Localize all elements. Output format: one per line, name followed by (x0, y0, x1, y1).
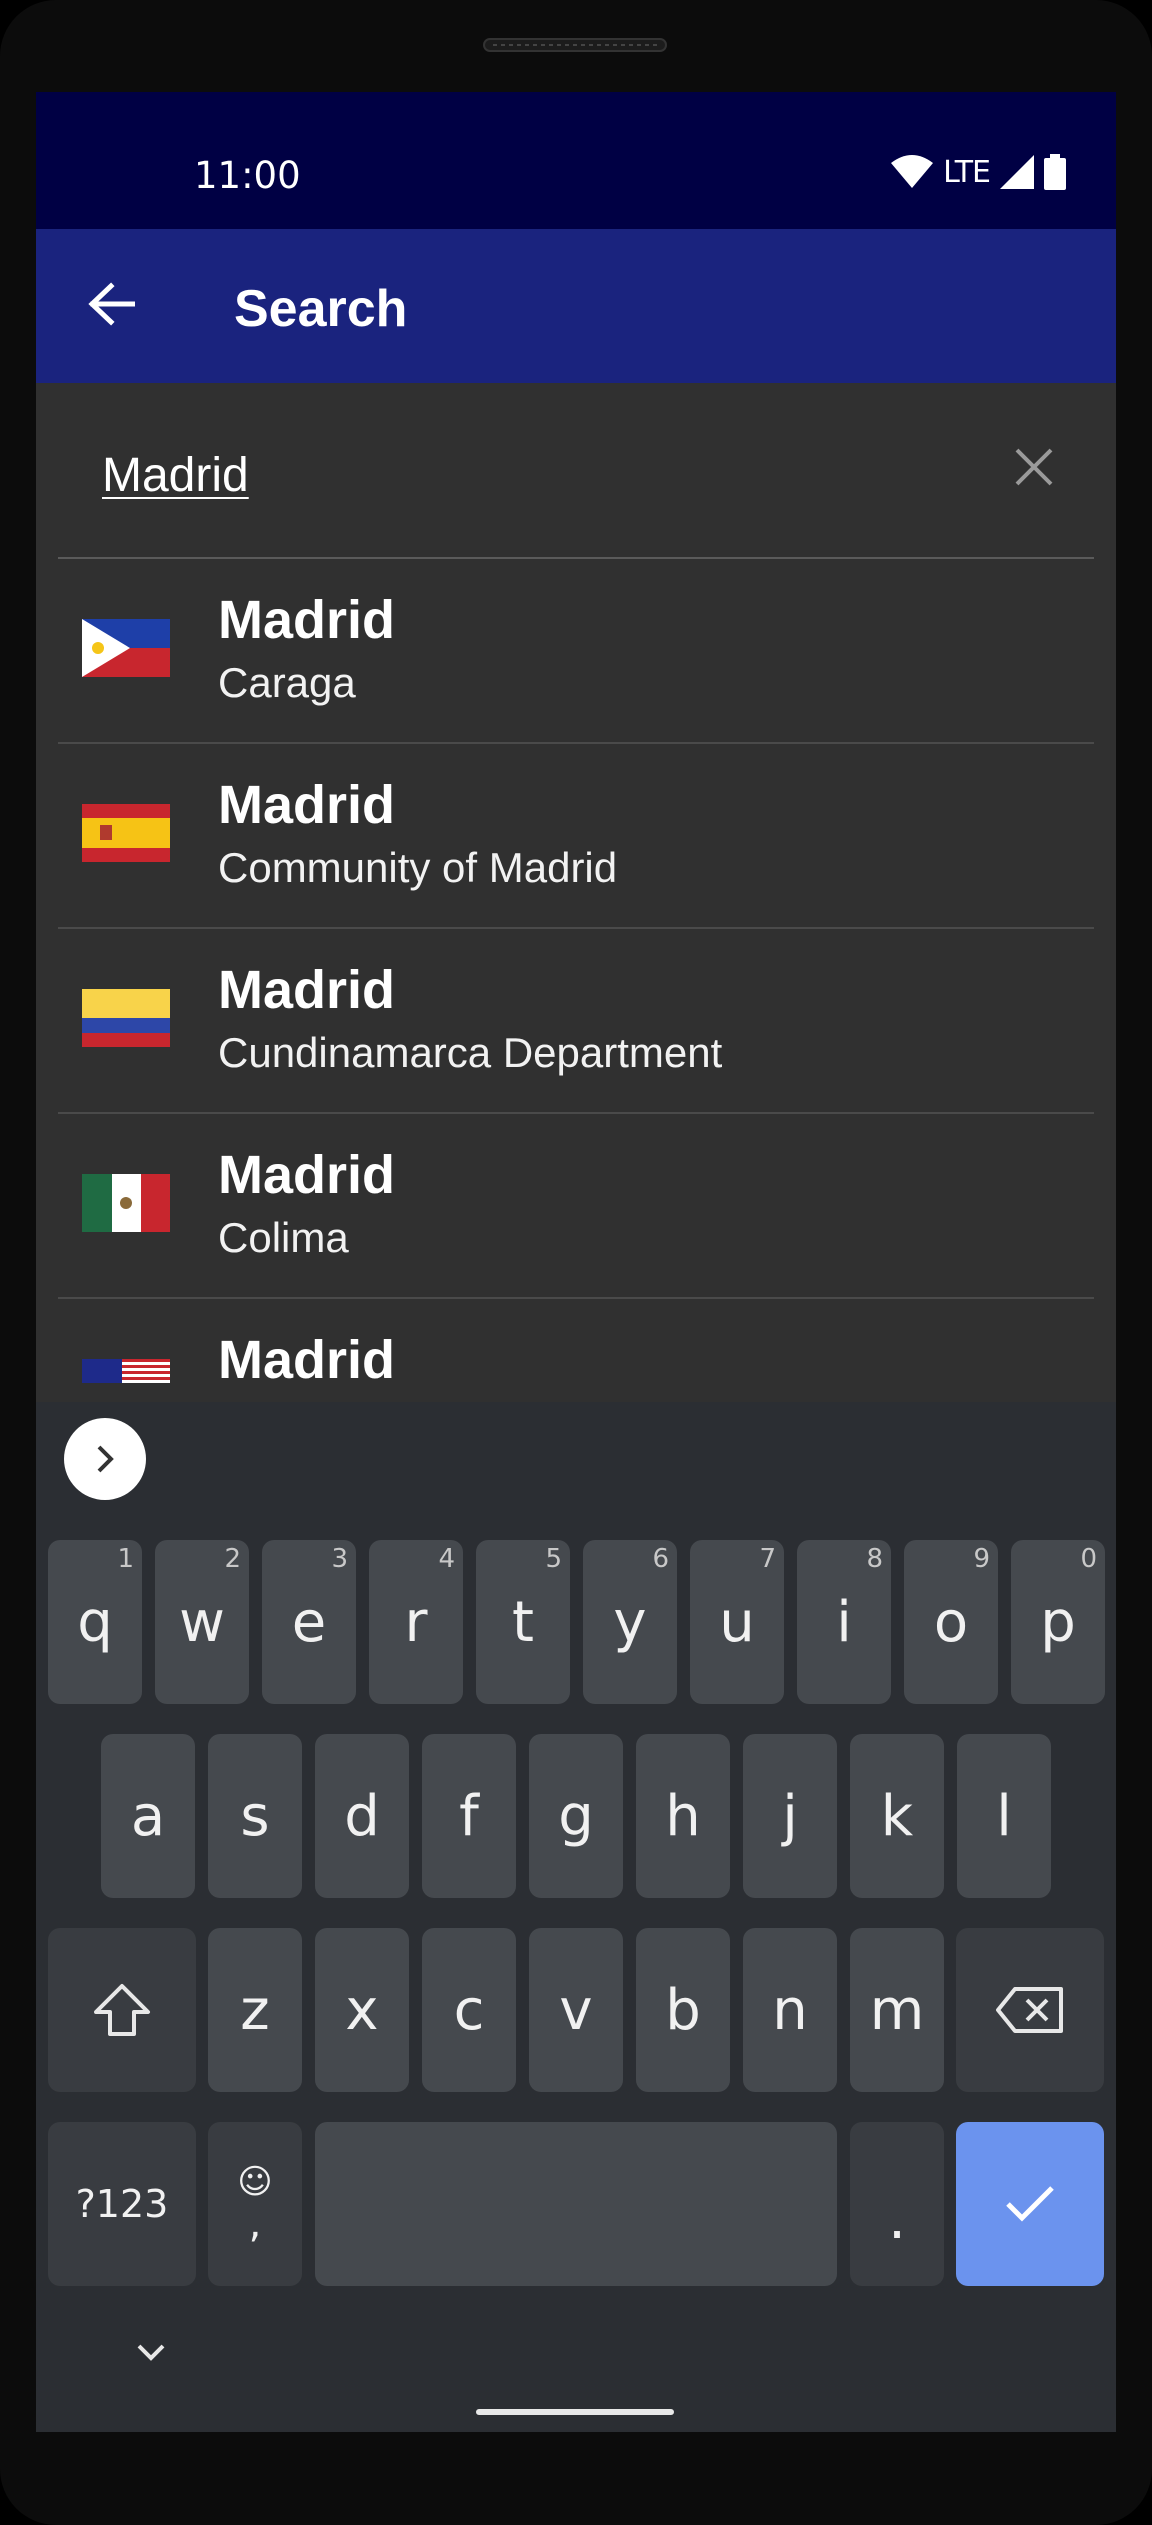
result-region: Caraga (218, 659, 356, 706)
status-bar: 11:00 LTE (36, 92, 1116, 229)
key-f[interactable]: f (422, 1734, 516, 1898)
hide-keyboard-button[interactable] (126, 2332, 176, 2372)
key-m[interactable]: m (850, 1928, 944, 2092)
close-icon (1015, 448, 1053, 486)
key-y[interactable]: y6 (583, 1540, 677, 1704)
chevron-down-icon (137, 2344, 165, 2361)
key-o[interactable]: o9 (904, 1540, 998, 1704)
enter-key[interactable] (956, 2122, 1104, 2286)
device-frame: 11:00 LTE Search Madrid Madrid Caraga Ma… (0, 0, 1152, 2525)
on-screen-keyboard: q1 w2 e3 r4 t5 y6 u7 i8 o9 p0 a s d f g … (36, 1402, 1116, 2432)
key-e[interactable]: e3 (262, 1540, 356, 1704)
wifi-icon (891, 155, 934, 188)
checkmark-icon (1006, 2186, 1054, 2222)
arrow-left-icon (88, 282, 135, 326)
battery-icon (1044, 154, 1066, 190)
backspace-key[interactable] (956, 1928, 1104, 2092)
page-title: Search (234, 280, 408, 338)
shift-key[interactable] (48, 1928, 196, 2092)
key-l[interactable]: l (957, 1734, 1051, 1898)
result-region: Community of Madrid (218, 844, 618, 891)
screen: 11:00 LTE Search Madrid Madrid Caraga Ma… (36, 92, 1116, 2432)
result-region: Colima (218, 1214, 349, 1261)
key-r[interactable]: r4 (369, 1540, 463, 1704)
period-key[interactable]: . (850, 2122, 944, 2286)
key-q[interactable]: q1 (48, 1540, 142, 1704)
result-name: Madrid (218, 960, 396, 1020)
earpiece-speaker (483, 38, 667, 52)
philippines-flag-icon (82, 619, 170, 677)
mexico-flag-icon (82, 1174, 170, 1232)
emoji-icon: ☺ (237, 2162, 273, 2202)
key-h[interactable]: h (636, 1734, 730, 1898)
key-j[interactable]: j (743, 1734, 837, 1898)
navigation-handle[interactable] (476, 2409, 674, 2415)
key-x[interactable]: x (315, 1928, 409, 2092)
shift-icon (94, 1984, 150, 2036)
key-c[interactable]: c (422, 1928, 516, 2092)
spain-flag-icon (82, 804, 170, 862)
comma-emoji-key[interactable]: ☺ , (208, 2122, 302, 2286)
key-u[interactable]: u7 (690, 1540, 784, 1704)
usa-flag-icon (82, 1359, 170, 1383)
key-d[interactable]: d (315, 1734, 409, 1898)
symbols-key[interactable]: ?123 (48, 2122, 196, 2286)
suggestions-expand-button[interactable] (64, 1418, 146, 1500)
key-t[interactable]: t5 (476, 1540, 570, 1704)
key-n[interactable]: n (743, 1928, 837, 2092)
result-name: Madrid (218, 775, 396, 835)
key-p[interactable]: p0 (1011, 1540, 1105, 1704)
clear-search-button[interactable] (1002, 435, 1066, 499)
network-type-label: LTE (943, 154, 991, 190)
colombia-flag-icon (82, 989, 170, 1047)
signal-icon (1000, 155, 1034, 189)
list-item[interactable]: Madrid Caraga (58, 559, 1094, 744)
result-region: Cundinamarca Department (218, 1029, 723, 1076)
result-name: Madrid (218, 590, 396, 650)
key-a[interactable]: a (101, 1734, 195, 1898)
status-time: 11:00 (194, 154, 301, 197)
key-b[interactable]: b (636, 1928, 730, 2092)
list-item[interactable]: Madrid Community of Madrid (58, 744, 1094, 929)
key-w[interactable]: w2 (155, 1540, 249, 1704)
list-item[interactable]: Madrid Colima (58, 1114, 1094, 1299)
app-bar: Search (36, 229, 1116, 383)
key-v[interactable]: v (529, 1928, 623, 2092)
result-name: Madrid (218, 1145, 396, 1205)
backspace-icon (996, 1987, 1063, 2033)
search-input[interactable] (102, 443, 982, 507)
key-g[interactable]: g (529, 1734, 623, 1898)
key-i[interactable]: i8 (797, 1540, 891, 1704)
key-z[interactable]: z (208, 1928, 302, 2092)
status-icons: LTE (891, 154, 1066, 190)
result-name: Madrid (218, 1330, 396, 1390)
back-button[interactable] (76, 269, 146, 339)
key-k[interactable]: k (850, 1734, 944, 1898)
list-item[interactable]: Madrid Cundinamarca Department (58, 929, 1094, 1114)
search-bar (58, 383, 1094, 559)
chevron-right-icon (97, 1445, 114, 1473)
key-s[interactable]: s (208, 1734, 302, 1898)
space-key[interactable] (315, 2122, 837, 2286)
